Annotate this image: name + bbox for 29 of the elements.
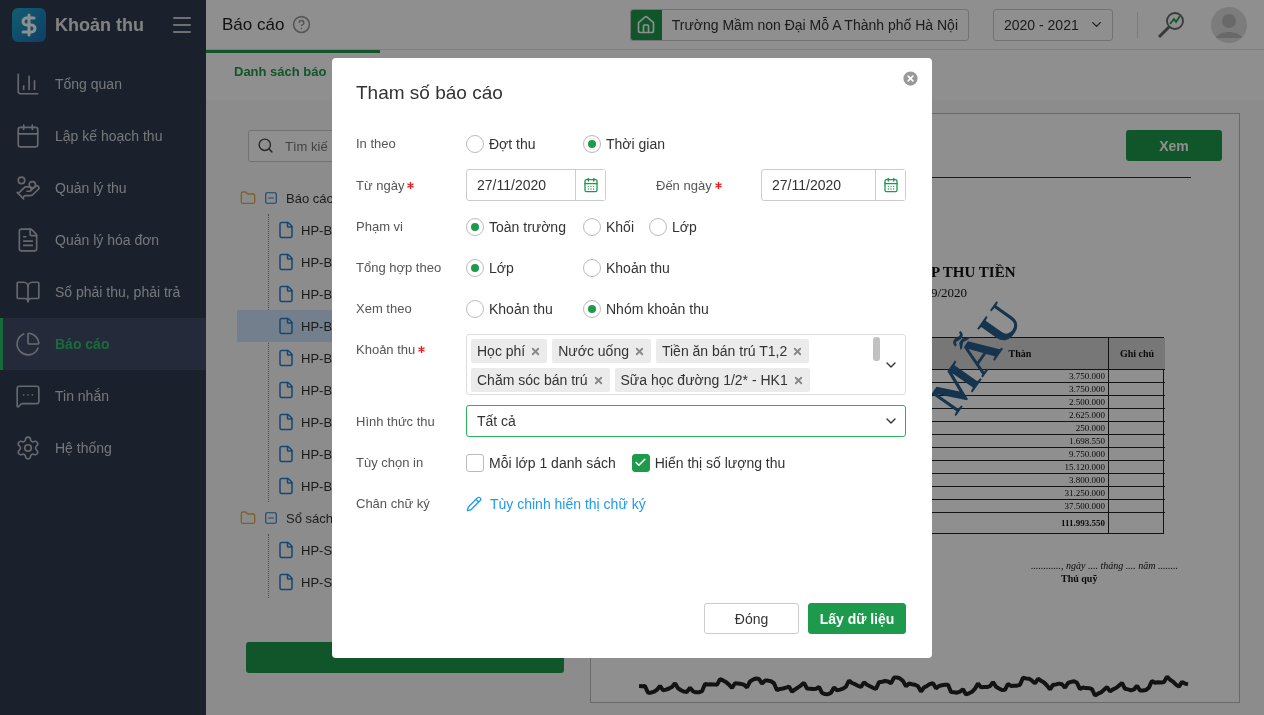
- tag: Chăm sóc bán trú: [471, 368, 610, 392]
- field-label: Đến ngày: [656, 177, 712, 193]
- table-cell: 250.000: [932, 422, 1109, 435]
- report-subtitle: 9/2020: [931, 285, 969, 301]
- table-cell: 1.698.550: [932, 435, 1109, 448]
- table-cell: 31.250.000: [932, 487, 1109, 500]
- tag: Nước uống: [552, 339, 651, 363]
- column-header: Ghi chú: [1109, 338, 1165, 370]
- table-cell: 15.120.000: [932, 461, 1109, 474]
- report-title: P THU TIỀN: [931, 264, 1017, 281]
- field-label: Khoản thu: [356, 342, 416, 357]
- field-label: Tổng hợp theo: [356, 260, 442, 275]
- table-cell: 3.800.000: [932, 474, 1109, 487]
- app-title: Khoản thu: [55, 14, 145, 36]
- table-cell: 37.500.000: [932, 500, 1109, 513]
- field-label: Từ ngày: [356, 177, 405, 193]
- field-label: Tùy chọn in: [356, 455, 424, 470]
- field-label: Xem theo: [356, 301, 412, 316]
- page-title: Báo cáo: [222, 14, 285, 35]
- field-label: Hình thức thu: [356, 413, 435, 429]
- field-label: Chân chữ ký: [356, 496, 430, 511]
- signer-title: Thủ quỹ: [1061, 573, 1099, 584]
- tag: Sữa học đường 1/2* - HK1: [614, 368, 810, 392]
- field-label: Phạm vi: [356, 219, 403, 234]
- tag: Học phí: [471, 339, 548, 363]
- tag: Tiền ăn bán trú T1,2: [655, 339, 810, 363]
- date-line: ............, ngày .... tháng .... năm ........: [1031, 560, 1179, 571]
- field-label: In theo: [356, 136, 396, 151]
- table-cell: 9.750.000: [932, 448, 1109, 461]
